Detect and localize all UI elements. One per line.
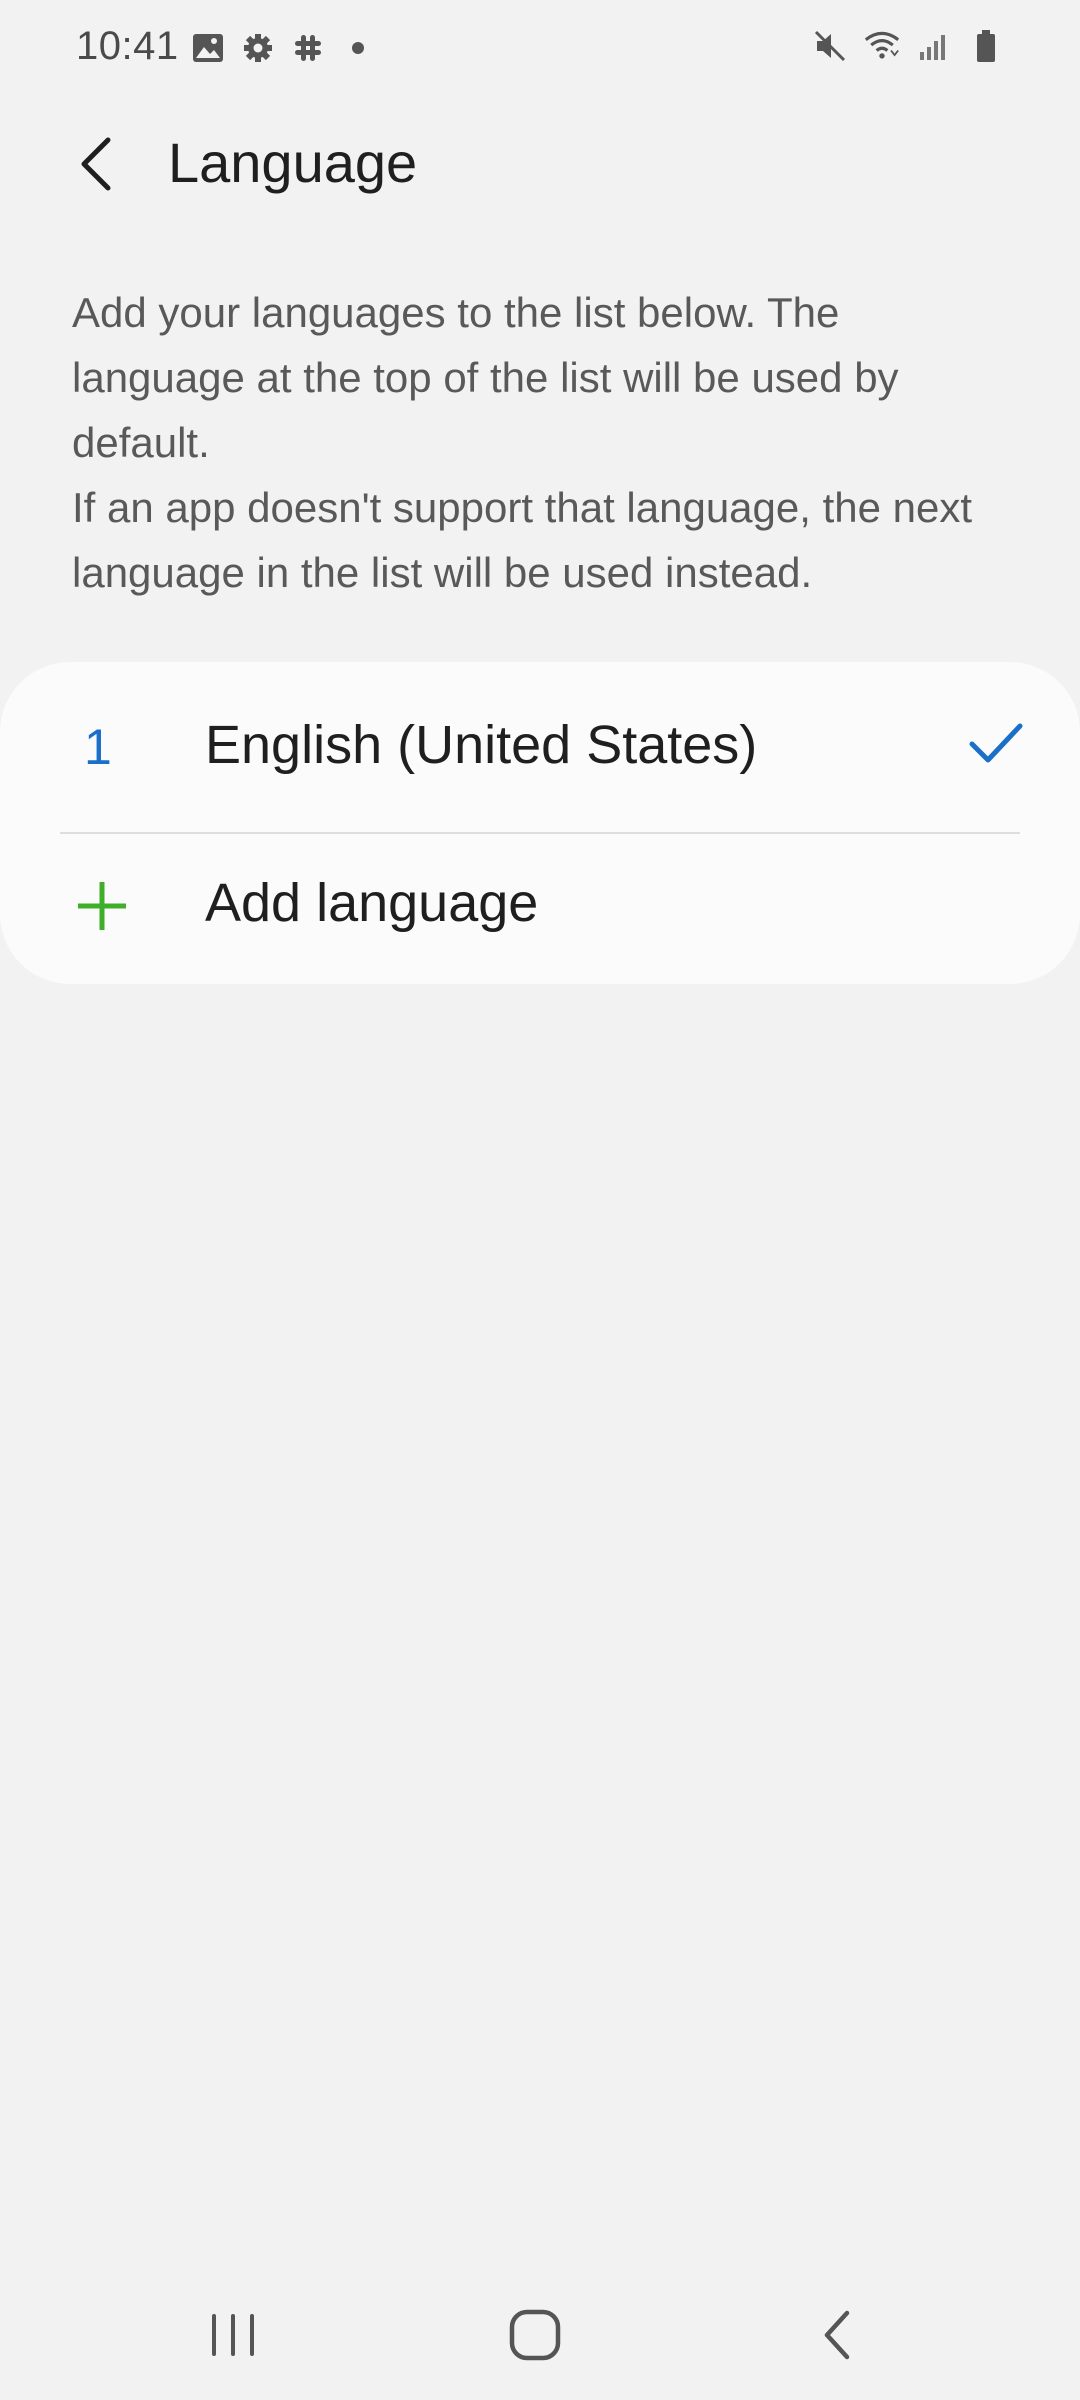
dot-icon bbox=[340, 30, 376, 66]
language-priority-number: 1 bbox=[84, 719, 112, 775]
back-button[interactable] bbox=[60, 128, 132, 200]
back-arrow-icon bbox=[81, 137, 111, 191]
home-icon bbox=[509, 2309, 561, 2361]
home-button[interactable] bbox=[490, 2290, 580, 2380]
battery-icon bbox=[968, 28, 1004, 64]
back-icon bbox=[824, 2310, 850, 2360]
wifi-icon bbox=[864, 28, 900, 64]
settings-icon bbox=[240, 30, 276, 66]
signal-icon bbox=[916, 28, 952, 64]
status-time: 10:41 bbox=[76, 24, 179, 68]
language-item-english[interactable]: 1 English (United States) bbox=[0, 662, 1080, 822]
gallery-icon bbox=[190, 30, 226, 66]
add-language-button[interactable]: Add language bbox=[0, 824, 1080, 984]
status-icons-left bbox=[190, 30, 376, 66]
app-bar: Language bbox=[0, 100, 1080, 230]
check-icon bbox=[969, 723, 1023, 763]
mute-icon bbox=[812, 28, 848, 64]
add-language-label: Add language bbox=[205, 873, 539, 933]
slack-icon bbox=[290, 30, 326, 66]
nav-back-button[interactable] bbox=[792, 2290, 882, 2380]
status-bar: 10:41 bbox=[0, 0, 1080, 96]
description-line-1: Add your languages to the list below. Th… bbox=[72, 289, 899, 466]
plus-icon bbox=[78, 882, 126, 930]
language-name: English (United States) bbox=[205, 715, 758, 775]
recents-icon bbox=[212, 2314, 254, 2356]
page-title: Language bbox=[168, 131, 418, 194]
recents-button[interactable] bbox=[188, 2290, 278, 2380]
status-icons-right bbox=[812, 28, 1004, 64]
navigation-bar bbox=[0, 2280, 1080, 2380]
description: Add your languages to the list below. Th… bbox=[72, 280, 1012, 605]
description-line-2: If an app doesn't support that language,… bbox=[72, 484, 973, 596]
language-list-card: 1 English (United States) Add language bbox=[0, 662, 1080, 984]
